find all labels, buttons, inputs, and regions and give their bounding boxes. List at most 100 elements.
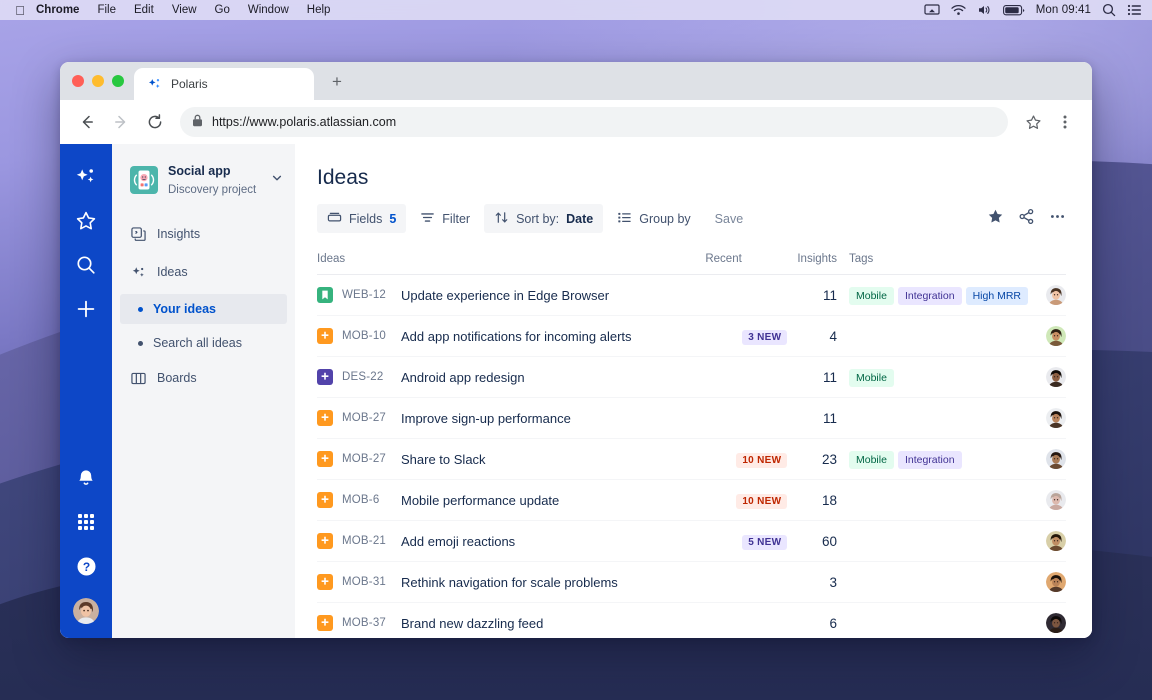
- screen-mirroring-icon[interactable]: [924, 4, 940, 16]
- battery-icon[interactable]: [1002, 4, 1025, 16]
- sidebar-item-insights[interactable]: Insights: [120, 218, 287, 250]
- assignee-avatar-3[interactable]: [1046, 367, 1066, 387]
- table-row[interactable]: MOB-21 Add emoji reactions 5 NEW 60: [317, 520, 1066, 562]
- url-bar[interactable]: https://www.polaris.atlassian.com: [180, 107, 1008, 137]
- menu-clock[interactable]: Mon 09:41: [1036, 4, 1091, 16]
- tag-chip[interactable]: Mobile: [849, 368, 894, 387]
- assignee-cell[interactable]: [1032, 602, 1066, 638]
- more-actions-icon[interactable]: [1049, 208, 1066, 230]
- app-switcher-icon[interactable]: [69, 505, 103, 539]
- assignee-avatar-5[interactable]: [1046, 449, 1066, 469]
- reload-icon[interactable]: [140, 107, 170, 137]
- sidebar-item-ideas[interactable]: Ideas: [120, 256, 287, 288]
- menu-item-view[interactable]: View: [163, 4, 206, 16]
- star-filled-icon[interactable]: [987, 208, 1004, 230]
- spotlight-search-icon[interactable]: [1102, 3, 1116, 17]
- idea-cell[interactable]: WEB-12 Update experience in Edge Browser: [317, 274, 706, 316]
- sidebar-item-search-all-ideas[interactable]: Search all ideas: [120, 328, 287, 358]
- tag-chip[interactable]: Integration: [897, 450, 962, 469]
- forward-arrow-icon[interactable]: [106, 107, 136, 137]
- project-switcher[interactable]: Social app Discovery project: [112, 162, 295, 198]
- tag-chip[interactable]: Mobile: [849, 286, 894, 305]
- save-button[interactable]: Save: [705, 204, 754, 233]
- idea-summary[interactable]: Add emoji reactions: [401, 534, 515, 549]
- idea-cell[interactable]: MOB-31 Rethink navigation for scale probl…: [317, 561, 706, 603]
- idea-cell[interactable]: MOB-6 Mobile performance update: [317, 479, 706, 521]
- assignee-avatar-6[interactable]: [1046, 490, 1066, 510]
- idea-cell[interactable]: MOB-27 Improve sign-up performance: [317, 397, 706, 439]
- close-window-button[interactable]: [72, 75, 84, 87]
- table-row[interactable]: DES-22 Android app redesign 11 Mobile: [317, 356, 1066, 398]
- help-icon[interactable]: ?: [69, 549, 103, 583]
- chevron-down-icon[interactable]: [271, 171, 283, 189]
- idea-cell[interactable]: MOB-37 Brand new dazzling feed: [317, 602, 706, 638]
- starred-icon[interactable]: [69, 204, 103, 238]
- group-by-button[interactable]: Group by: [607, 204, 700, 233]
- user-avatar[interactable]: [73, 598, 99, 624]
- table-row[interactable]: MOB-27 Share to Slack 10 NEW 23 Mobile Integr…: [317, 438, 1066, 480]
- assignee-avatar-7[interactable]: [1046, 531, 1066, 551]
- create-icon[interactable]: [69, 292, 103, 326]
- star-outline-icon[interactable]: [1018, 107, 1048, 137]
- idea-summary[interactable]: Improve sign-up performance: [401, 411, 571, 426]
- assignee-cell[interactable]: [1032, 438, 1066, 480]
- assignee-cell[interactable]: [1032, 274, 1066, 316]
- table-row[interactable]: MOB-31 Rethink navigation for scale probl…: [317, 561, 1066, 603]
- idea-cell[interactable]: MOB-10 Add app notifications for incoming…: [317, 315, 706, 357]
- column-header-recent[interactable]: Recent: [705, 253, 798, 275]
- table-row[interactable]: MOB-6 Mobile performance update 10 NEW 18: [317, 479, 1066, 521]
- idea-summary[interactable]: Rethink navigation for scale problems: [401, 575, 618, 590]
- tag-chip[interactable]: Mobile: [849, 450, 894, 469]
- menu-item-go[interactable]: Go: [206, 4, 239, 16]
- tag-chip[interactable]: High MRR: [965, 286, 1028, 305]
- polaris-logo-icon[interactable]: [69, 160, 103, 194]
- table-row[interactable]: MOB-10 Add app notifications for incoming…: [317, 315, 1066, 357]
- fields-button[interactable]: Fields 5: [317, 204, 407, 233]
- assignee-avatar-2[interactable]: [1046, 326, 1066, 346]
- assignee-cell[interactable]: [1032, 315, 1066, 357]
- assignee-avatar-1[interactable]: [1046, 285, 1066, 305]
- idea-summary[interactable]: Brand new dazzling feed: [401, 616, 543, 631]
- kebab-menu-icon[interactable]: [1050, 107, 1080, 137]
- back-arrow-icon[interactable]: [72, 107, 102, 137]
- column-header-ideas[interactable]: Ideas: [317, 253, 706, 275]
- idea-summary[interactable]: Android app redesign: [401, 370, 525, 385]
- idea-cell[interactable]: MOB-27 Share to Slack: [317, 438, 706, 480]
- apple-logo-icon[interactable]: : [8, 4, 32, 17]
- table-row[interactable]: WEB-12 Update experience in Edge Browser 1…: [317, 274, 1066, 316]
- idea-summary[interactable]: Update experience in Edge Browser: [401, 288, 609, 303]
- volume-icon[interactable]: [977, 4, 992, 16]
- menu-item-file[interactable]: File: [88, 4, 125, 16]
- search-icon[interactable]: [69, 248, 103, 282]
- menu-item-edit[interactable]: Edit: [125, 4, 163, 16]
- maximize-window-button[interactable]: [112, 75, 124, 87]
- assignee-cell[interactable]: [1032, 520, 1066, 562]
- assignee-cell[interactable]: [1032, 561, 1066, 603]
- notifications-icon[interactable]: [69, 461, 103, 495]
- control-center-icon[interactable]: [1127, 4, 1142, 16]
- filter-button[interactable]: Filter: [410, 204, 480, 233]
- tag-chip[interactable]: Integration: [897, 286, 962, 305]
- new-tab-button[interactable]: +: [320, 66, 354, 98]
- idea-summary[interactable]: Add app notifications for incoming alert…: [401, 329, 632, 344]
- column-header-insights[interactable]: Insights: [797, 253, 849, 275]
- idea-summary[interactable]: Mobile performance update: [401, 493, 559, 508]
- assignee-cell[interactable]: [1032, 397, 1066, 439]
- menu-item-window[interactable]: Window: [239, 4, 298, 16]
- idea-summary[interactable]: Share to Slack: [401, 452, 486, 467]
- menu-item-help[interactable]: Help: [298, 4, 340, 16]
- menu-app-name[interactable]: Chrome: [32, 4, 88, 16]
- wifi-icon[interactable]: [951, 4, 966, 16]
- assignee-avatar-8[interactable]: [1046, 572, 1066, 592]
- table-row[interactable]: MOB-27 Improve sign-up performance 11: [317, 397, 1066, 439]
- minimize-window-button[interactable]: [92, 75, 104, 87]
- assignee-avatar-9[interactable]: [1046, 613, 1066, 633]
- share-icon[interactable]: [1018, 208, 1035, 230]
- idea-cell[interactable]: MOB-21 Add emoji reactions: [317, 520, 706, 562]
- assignee-avatar-4[interactable]: [1046, 408, 1066, 428]
- browser-tab-polaris[interactable]: Polaris: [134, 68, 314, 100]
- assignee-cell[interactable]: [1032, 479, 1066, 521]
- sidebar-item-boards[interactable]: Boards: [120, 362, 287, 394]
- sort-by-button[interactable]: Sort by: Date: [484, 204, 604, 233]
- idea-cell[interactable]: DES-22 Android app redesign: [317, 356, 706, 398]
